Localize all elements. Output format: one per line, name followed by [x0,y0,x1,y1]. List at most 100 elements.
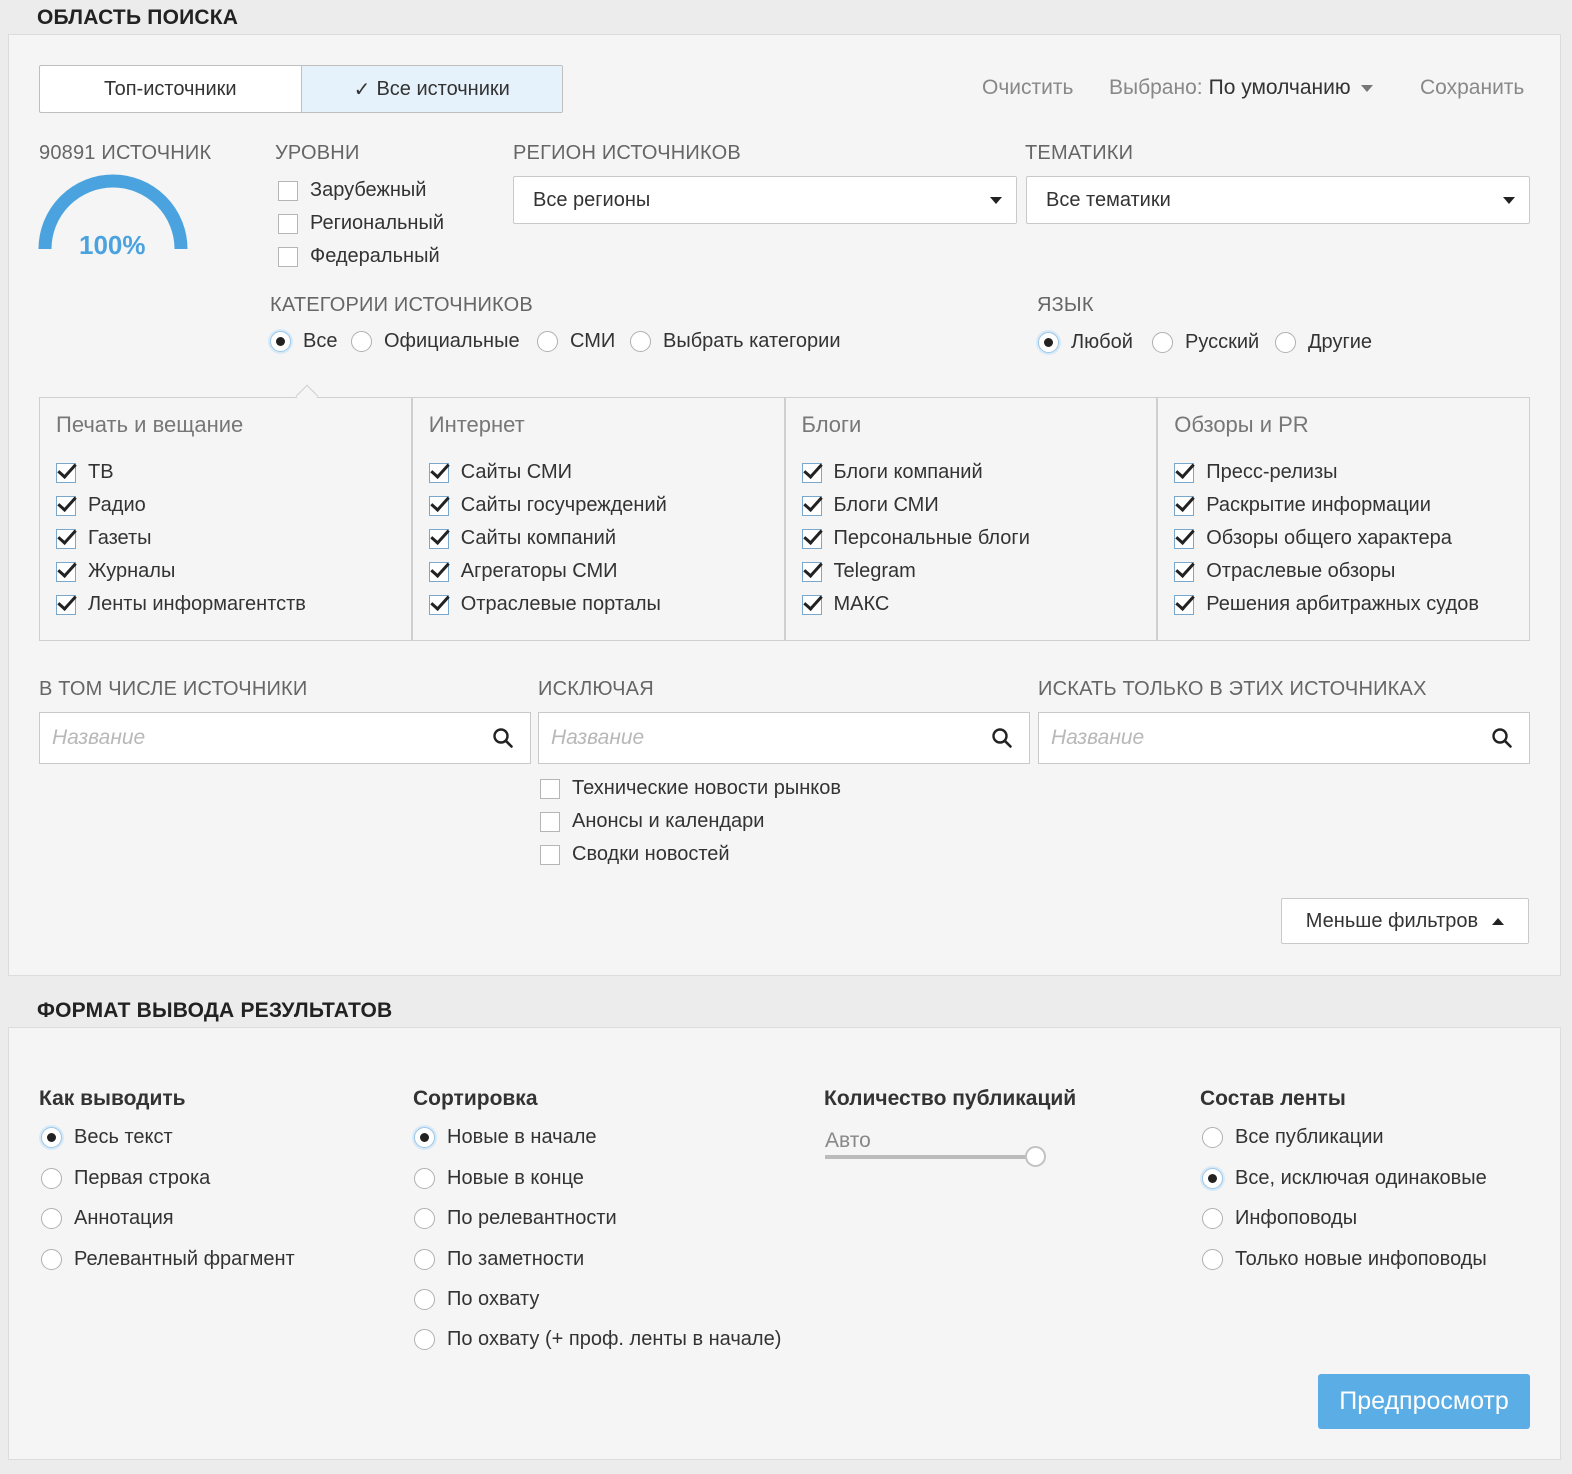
category-checkbox[interactable]: Журналы [56,555,411,588]
category-checkbox[interactable]: Сайты компаний [428,522,784,555]
count-slider-handle[interactable] [1025,1146,1046,1167]
only-sources-label: ИСКАТЬ ТОЛЬКО В ЭТИХ ИСТОЧНИКАХ [1038,678,1427,700]
count-slider-fill [825,1155,1035,1159]
category-media-radio[interactable]: СМИ [537,330,615,353]
feed-new-infoevents-radio[interactable]: Только новые инфоповоды [1202,1248,1487,1271]
group-title: Блоги [801,412,862,437]
category-checkbox[interactable]: Пресс-релизы [1174,456,1529,489]
exclude-label: ИСКЛЮЧАЯ [538,678,654,700]
clear-link[interactable]: Очистить [982,76,1073,100]
group-title: Интернет [428,412,525,437]
sort-reach-radio[interactable]: По охвату [414,1288,539,1311]
category-checkbox[interactable]: Telegram [801,555,1157,588]
category-official-radio[interactable]: Официальные [351,330,520,353]
selected-value: По умолчанию [1208,76,1351,99]
category-checkbox[interactable]: Обзоры общего характера [1174,522,1529,555]
group-print-broadcast: Печать и вещание ТВ Радио Газеты Журналы… [40,398,411,640]
source-categories-label: КАТЕГОРИИ ИСТОЧНИКОВ [270,294,533,316]
top-sources-button[interactable]: Топ-источники [40,66,301,112]
search-icon[interactable] [991,727,1013,749]
category-checkbox[interactable]: Сайты госучреждений [428,489,784,522]
caret-down-icon [1503,197,1515,204]
count-value: Авто [825,1129,871,1152]
category-checkbox[interactable]: Радио [56,489,411,522]
category-checkbox[interactable]: Персональные блоги [801,522,1157,555]
category-checkbox[interactable]: Отраслевые обзоры [1174,555,1529,588]
sort-newest-first-radio[interactable]: Новые в начале [414,1126,597,1149]
count-slider-track[interactable] [825,1146,1046,1167]
region-select[interactable]: Все регионы [513,176,1017,224]
all-sources-button[interactable]: ✓ Все источники [300,66,562,112]
language-russian-radio[interactable]: Русский [1152,331,1259,354]
group-reviews-pr: Обзоры и PR Пресс-релизы Раскрытие инфор… [1156,398,1529,640]
level-regional-checkbox[interactable]: Региональный [278,212,444,235]
how-relevant-fragment-radio[interactable]: Релевантный фрагмент [41,1248,295,1271]
caret-up-icon [1492,917,1505,925]
preset-dropdown[interactable]: Выбрано: По умолчанию [1109,76,1373,100]
search-icon[interactable] [1491,727,1513,749]
search-area-title: ОБЛАСТЬ ПОИСКА [37,6,239,29]
category-checkbox[interactable]: Раскрытие информации [1174,489,1529,522]
how-first-line-radio[interactable]: Первая строка [41,1167,210,1190]
group-title: Обзоры и PR [1174,412,1309,437]
include-sources-label: В ТОМ ЧИСЛЕ ИСТОЧНИКИ [39,678,308,700]
category-checkbox[interactable]: Агрегаторы СМИ [428,555,784,588]
feed-all-radio[interactable]: Все публикации [1202,1126,1384,1149]
language-any-radio[interactable]: Любой [1038,331,1133,354]
count-label: Количество публикаций [824,1087,1077,1110]
caret-down-icon [990,197,1002,204]
category-all-radio[interactable]: Все [270,330,337,353]
checkmark-icon: ✓ [353,78,371,101]
category-checkbox[interactable]: Решения арбитражных судов [1174,588,1529,621]
exclude-input[interactable] [549,725,949,751]
group-title: Печать и вещание [56,412,244,437]
include-sources-field [39,712,531,764]
category-checkbox[interactable]: Блоги СМИ [801,489,1157,522]
sort-reach-pro-radio[interactable]: По охвату (+ проф. ленты в начале) [414,1328,781,1351]
how-label: Как выводить [39,1087,186,1110]
category-checkbox[interactable]: МАКС [801,588,1157,621]
gauge-percent: 100% [79,230,146,260]
save-link[interactable]: Сохранить [1420,76,1524,100]
category-checkbox[interactable]: Сайты СМИ [428,456,784,489]
exclude-tech-news-checkbox[interactable]: Технические новости рынков [540,777,841,800]
exclude-field [538,712,1030,764]
how-annotation-radio[interactable]: Аннотация [41,1207,174,1230]
category-choose-radio[interactable]: Выбрать категории [630,330,841,353]
sort-newest-last-radio[interactable]: Новые в конце [414,1167,584,1190]
source-mode-toggle: Топ-источники ✓ Все источники [39,65,563,113]
group-internet: Интернет Сайты СМИ Сайты госучреждений С… [410,398,784,640]
search-icon[interactable] [492,727,514,749]
include-sources-input[interactable] [50,725,450,751]
how-full-text-radio[interactable]: Весь текст [41,1126,173,1149]
feed-no-duplicates-radio[interactable]: Все, исключая одинаковые [1202,1167,1487,1190]
output-format-title: ФОРМАТ ВЫВОДА РЕЗУЛЬТАТОВ [37,999,393,1022]
exclude-announcements-checkbox[interactable]: Анонсы и календари [540,810,764,833]
levels-label: УРОВНИ [275,142,360,164]
only-sources-field [1038,712,1530,764]
level-federal-checkbox[interactable]: Федеральный [278,245,440,268]
feed-infoevents-radio[interactable]: Инфоповоды [1202,1207,1357,1230]
group-blogs: Блоги Блоги компаний Блоги СМИ Персональ… [783,398,1157,640]
category-checkbox[interactable]: Ленты информагентств [56,588,411,621]
region-label: РЕГИОН ИСТОЧНИКОВ [513,142,741,164]
category-checkbox[interactable]: ТВ [56,456,411,489]
output-format-panel: Как выводить Весь текст Первая строка Ан… [8,1027,1561,1460]
only-sources-input[interactable] [1049,725,1449,751]
language-other-radio[interactable]: Другие [1275,331,1372,354]
language-label: ЯЗЫК [1037,294,1094,316]
exclude-news-digests-checkbox[interactable]: Сводки новостей [540,843,730,866]
sort-relevance-radio[interactable]: По релевантности [414,1207,617,1230]
level-foreign-checkbox[interactable]: Зарубежный [278,179,426,202]
source-count-label: 90891 ИСТОЧНИК [39,142,212,164]
selected-label: Выбрано: [1109,76,1203,99]
sort-prominence-radio[interactable]: По заметности [414,1248,584,1271]
category-checkbox[interactable]: Блоги компаний [801,456,1157,489]
topics-select[interactable]: Все тематики [1026,176,1530,224]
category-checkbox[interactable]: Отраслевые порталы [428,588,784,621]
category-groups: Печать и вещание ТВ Радио Газеты Журналы… [39,397,1530,641]
sort-label: Сортировка [413,1087,538,1110]
preview-button[interactable]: Предпросмотр [1318,1374,1530,1429]
fewer-filters-button[interactable]: Меньше фильтров [1281,898,1529,944]
category-checkbox[interactable]: Газеты [56,522,411,555]
